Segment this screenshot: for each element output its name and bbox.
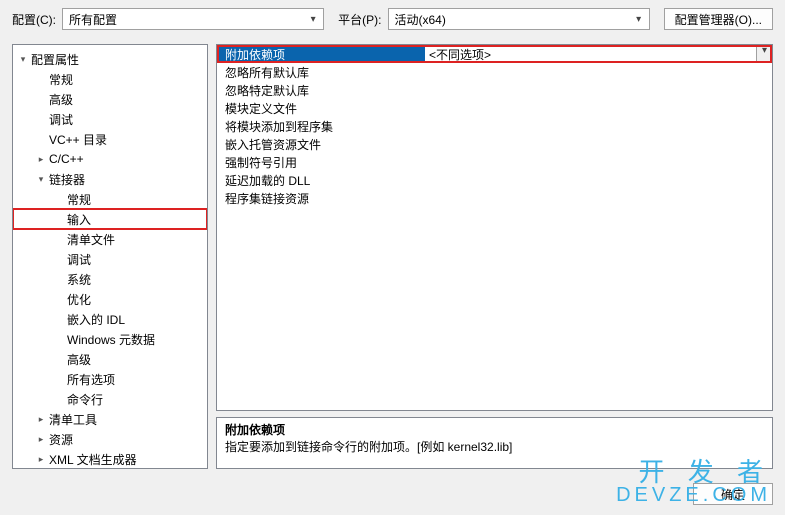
property-name: 模块定义文件 — [225, 100, 425, 117]
property-row[interactable]: 模块定义文件 — [217, 99, 772, 117]
tree-item-label: 清单文件 — [67, 231, 115, 248]
tree-item-label: 清单工具 — [49, 411, 97, 428]
tree-item-label: VC++ 目录 — [49, 131, 107, 148]
tree-item-label: 配置属性 — [31, 51, 79, 68]
tree-item[interactable]: ▸高级 — [13, 89, 207, 109]
tree-item-label: 嵌入的 IDL — [67, 311, 125, 328]
tree-item-label: 优化 — [67, 291, 91, 308]
config-label: 配置(C): — [12, 11, 56, 28]
tree-item[interactable]: ▸优化 — [13, 289, 207, 309]
ok-button[interactable]: 确定 — [693, 483, 773, 505]
tree-item-label: 高级 — [49, 91, 73, 108]
tree-item-label: 调试 — [67, 251, 91, 268]
tree-item[interactable]: ▸清单工具 — [13, 409, 207, 429]
description-body: 指定要添加到链接命令行的附加项。[例如 kernel32.lib] — [225, 439, 764, 456]
property-name: 嵌入托管资源文件 — [225, 136, 425, 153]
tree-item-label: Windows 元数据 — [67, 331, 155, 348]
property-row[interactable]: 忽略所有默认库 — [217, 63, 772, 81]
tree-item-label: 常规 — [67, 191, 91, 208]
tree-item[interactable]: ▸高级 — [13, 349, 207, 369]
tree-item[interactable]: ▸资源 — [13, 429, 207, 449]
tree-item[interactable]: ▸VC++ 目录 — [13, 129, 207, 149]
tree-item[interactable]: ▸嵌入的 IDL — [13, 309, 207, 329]
property-row[interactable]: 强制符号引用 — [217, 153, 772, 171]
property-grid[interactable]: 附加依赖项<不同选项>▾忽略所有默认库忽略特定默认库模块定义文件将模块添加到程序… — [216, 44, 773, 411]
tree-item-label: 输入 — [67, 211, 91, 228]
tree-item[interactable]: ▸清单文件 — [13, 229, 207, 249]
tree-item-label: XML 文档生成器 — [49, 451, 137, 468]
expander-open-icon[interactable]: ▾ — [17, 54, 29, 65]
property-name: 强制符号引用 — [225, 154, 425, 171]
dialog-buttons: 确定 — [693, 483, 773, 505]
tree-item[interactable]: ▾配置属性 — [13, 49, 207, 69]
tree-item[interactable]: ▸C/C++ — [13, 149, 207, 169]
tree-item-label: 命令行 — [67, 391, 103, 408]
property-name: 忽略特定默认库 — [225, 82, 425, 99]
property-name: 忽略所有默认库 — [225, 64, 425, 81]
tree-item[interactable]: ▸调试 — [13, 109, 207, 129]
property-name: 将模块添加到程序集 — [225, 118, 425, 135]
property-name: 延迟加载的 DLL — [225, 172, 425, 189]
platform-combo[interactable]: 活动(x64) ▾ — [388, 8, 650, 30]
tree-item[interactable]: ▾链接器 — [13, 169, 207, 189]
platform-label: 平台(P): — [338, 11, 381, 28]
property-pages-dialog: 配置(C): 所有配置 ▾ 平台(P): 活动(x64) ▾ 配置管理器(O).… — [0, 0, 785, 515]
right-pane: 附加依赖项<不同选项>▾忽略所有默认库忽略特定默认库模块定义文件将模块添加到程序… — [216, 44, 773, 469]
tree-item-label: 链接器 — [49, 171, 85, 188]
tree-item[interactable]: ▸XML 文档生成器 — [13, 449, 207, 469]
expander-closed-icon[interactable]: ▸ — [35, 454, 47, 465]
expander-open-icon[interactable]: ▾ — [35, 174, 47, 185]
property-row[interactable]: 附加依赖项<不同选项>▾ — [217, 45, 772, 63]
tree-item-label: 资源 — [49, 431, 73, 448]
tree-item-label: 系统 — [67, 271, 91, 288]
tree-item[interactable]: ▸调试 — [13, 249, 207, 269]
tree-item[interactable]: ▸常规 — [13, 189, 207, 209]
tree-item[interactable]: ▸所有选项 — [13, 369, 207, 389]
config-combo[interactable]: 所有配置 ▾ — [62, 8, 324, 30]
top-toolbar: 配置(C): 所有配置 ▾ 平台(P): 活动(x64) ▾ 配置管理器(O).… — [0, 0, 785, 30]
tree-item-label: 常规 — [49, 71, 73, 88]
tree-item[interactable]: ▸Windows 元数据 — [13, 329, 207, 349]
property-row[interactable]: 程序集链接资源 — [217, 189, 772, 207]
property-row[interactable]: 忽略特定默认库 — [217, 81, 772, 99]
tree-item[interactable]: ▸常规 — [13, 69, 207, 89]
chevron-down-icon: ▾ — [631, 14, 647, 25]
tree-item[interactable]: ▸命令行 — [13, 389, 207, 409]
property-row[interactable]: 将模块添加到程序集 — [217, 117, 772, 135]
config-manager-button[interactable]: 配置管理器(O)... — [664, 8, 773, 30]
chevron-down-icon: ▾ — [305, 14, 321, 25]
chevron-down-icon[interactable]: ▾ — [756, 45, 772, 63]
tree-item-label: 高级 — [67, 351, 91, 368]
tree-item-label: 所有选项 — [67, 371, 115, 388]
tree-item-label: C/C++ — [49, 152, 84, 166]
tree-item-label: 调试 — [49, 111, 73, 128]
tree-item[interactable]: ▸输入 — [13, 209, 207, 229]
property-row[interactable]: 嵌入托管资源文件 — [217, 135, 772, 153]
expander-closed-icon[interactable]: ▸ — [35, 434, 47, 445]
description-panel: 附加依赖项 指定要添加到链接命令行的附加项。[例如 kernel32.lib] — [216, 417, 773, 469]
property-value[interactable]: <不同选项> — [425, 46, 756, 63]
nav-tree[interactable]: ▾配置属性▸常规▸高级▸调试▸VC++ 目录▸C/C++▾链接器▸常规▸输入▸清… — [12, 44, 208, 469]
expander-closed-icon[interactable]: ▸ — [35, 414, 47, 425]
property-name: 附加依赖项 — [225, 46, 425, 63]
tree-item[interactable]: ▸系统 — [13, 269, 207, 289]
description-title: 附加依赖项 — [225, 422, 764, 439]
main-area: ▾配置属性▸常规▸高级▸调试▸VC++ 目录▸C/C++▾链接器▸常规▸输入▸清… — [12, 44, 773, 469]
property-name: 程序集链接资源 — [225, 190, 425, 207]
expander-closed-icon[interactable]: ▸ — [35, 154, 47, 165]
platform-value: 活动(x64) — [395, 11, 446, 28]
config-value: 所有配置 — [69, 11, 117, 28]
property-row[interactable]: 延迟加载的 DLL — [217, 171, 772, 189]
